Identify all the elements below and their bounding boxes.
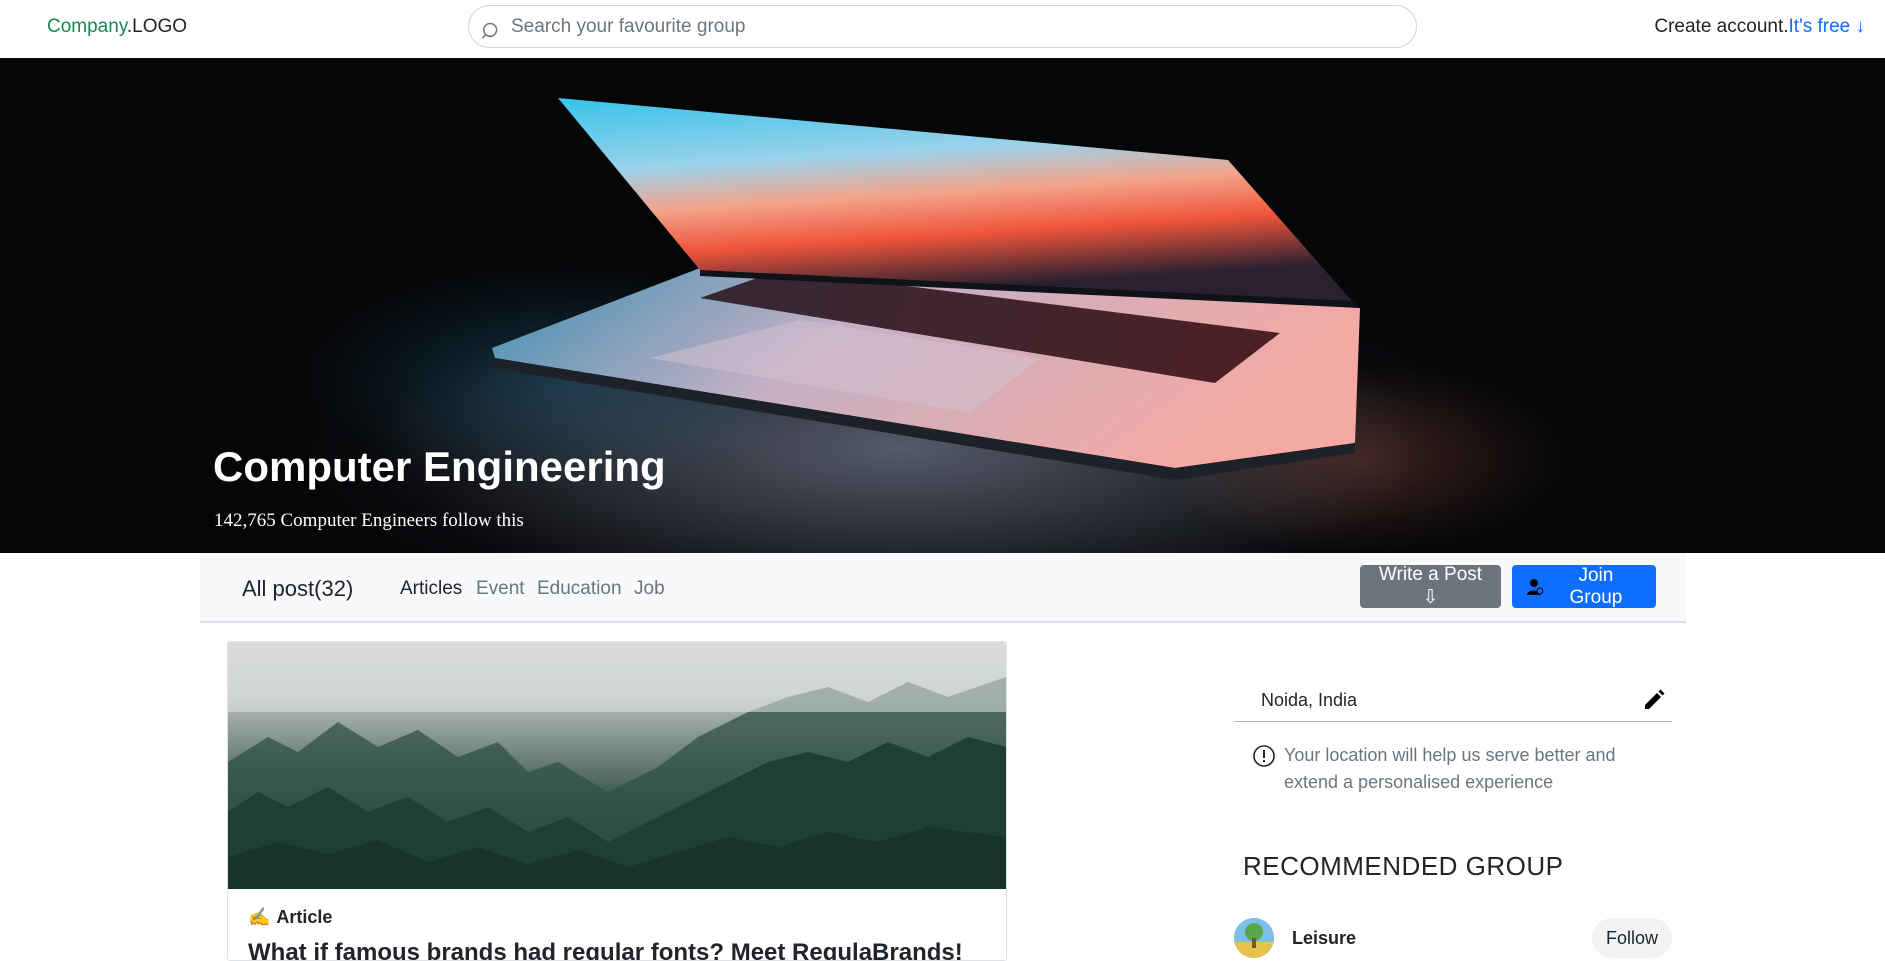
- user-plus-icon: [1526, 578, 1544, 595]
- all-post-label: All post(32): [242, 576, 354, 601]
- logo-brand: Company: [47, 16, 127, 37]
- recommended-group-item: Leisure Follow: [1234, 918, 1672, 958]
- writing-hand-icon: ✍: [248, 907, 271, 927]
- location-text: Noida, India: [1261, 690, 1358, 710]
- post-type-tag: ✍ Article: [248, 907, 332, 928]
- info-circle-icon: [1253, 745, 1275, 767]
- create-account: Create account.It's free ↓: [1654, 16, 1865, 38]
- logo-suffix: .LOGO: [126, 16, 188, 37]
- post-tabbar: All post(32) Articles Event Education Jo…: [200, 553, 1686, 623]
- top-navbar: Company.LOGO Create account.It's free ↓: [0, 0, 1885, 58]
- recommended-group-heading: RECOMMENDED GROUP: [1243, 851, 1564, 881]
- write-post-button[interactable]: Write a Post ⇩: [1360, 564, 1501, 608]
- search-bar: [468, 5, 1417, 48]
- group-name[interactable]: Leisure: [1292, 928, 1356, 949]
- tab-articles[interactable]: Articles: [400, 578, 462, 600]
- post-image: [228, 642, 1006, 889]
- location-info-text: Your location will help us serve better …: [1284, 745, 1616, 792]
- write-post-label: Write a Post ⇩: [1378, 564, 1483, 608]
- hero-banner: Computer Engineering 142,765 Computer En…: [0, 58, 1885, 553]
- company-logo[interactable]: Company.LOGO: [47, 16, 187, 38]
- location-field: Noida, India: [1234, 682, 1672, 722]
- follow-button[interactable]: Follow: [1592, 918, 1672, 958]
- post-card[interactable]: ✍ Article What if famous brands had regul…: [227, 641, 1007, 961]
- create-account-text: Create account.: [1654, 16, 1789, 37]
- tab-job[interactable]: Job: [634, 578, 665, 600]
- join-group-button[interactable]: Join Group: [1512, 565, 1656, 608]
- search-icon: [481, 22, 498, 39]
- tab-event[interactable]: Event: [476, 578, 525, 600]
- follower-count: 142,765 Computer Engineers follow this: [214, 510, 524, 531]
- post-title[interactable]: What if famous brands had regular fonts?…: [248, 939, 963, 960]
- group-title: Computer Engineering: [213, 443, 666, 490]
- forest-illustration: [228, 642, 1006, 889]
- create-account-link[interactable]: It's free ↓: [1789, 16, 1865, 37]
- pencil-icon[interactable]: [1642, 688, 1666, 712]
- search-input[interactable]: [511, 6, 1391, 47]
- post-type-label: Article: [276, 907, 333, 927]
- join-group-label: Join Group: [1569, 564, 1623, 608]
- group-avatar-image: [1234, 918, 1274, 958]
- group-avatar[interactable]: [1234, 918, 1274, 958]
- tab-education[interactable]: Education: [537, 578, 622, 600]
